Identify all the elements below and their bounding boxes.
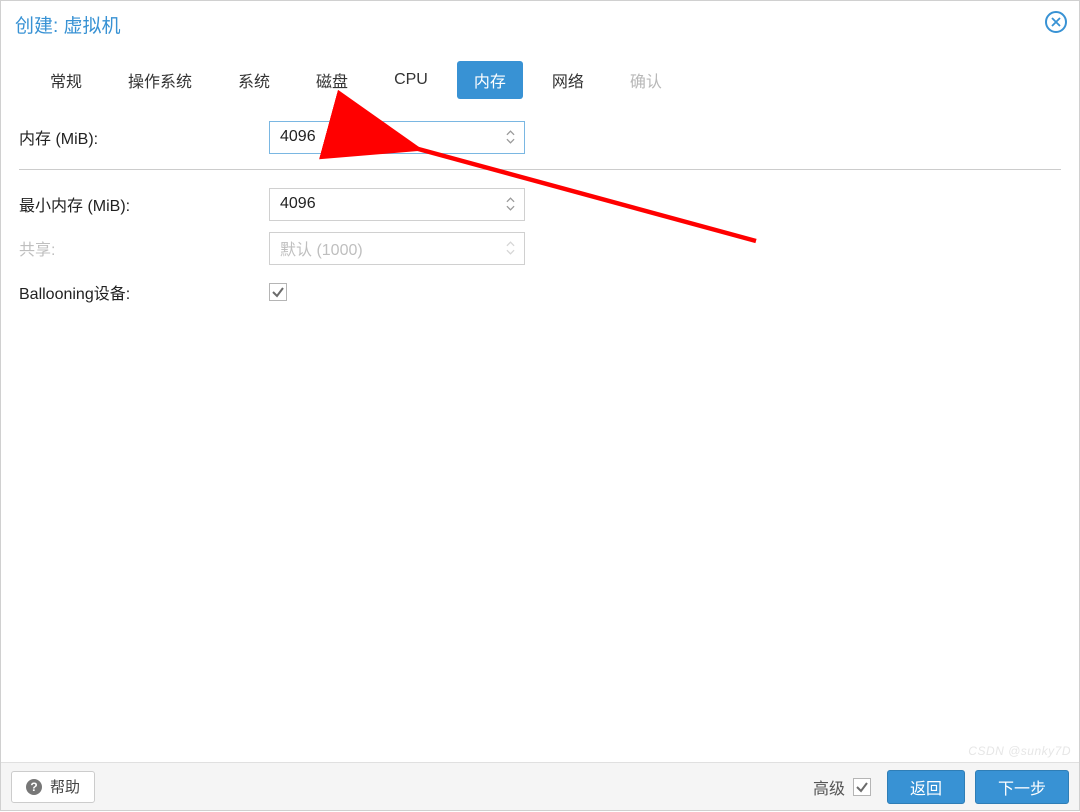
memory-row: 内存 (MiB):	[19, 119, 1061, 155]
tab-disk[interactable]: 磁盘	[299, 61, 365, 99]
advanced-label: 高级	[813, 775, 845, 799]
help-label: 帮助	[50, 776, 80, 797]
dialog-header: 创建: 虚拟机	[1, 1, 1079, 47]
ballooning-checkbox[interactable]	[269, 283, 287, 301]
chevron-up-icon	[506, 130, 515, 136]
chevron-down-icon	[506, 249, 515, 255]
divider	[19, 169, 1061, 170]
shares-input-wrapper	[269, 232, 525, 265]
min-memory-input[interactable]	[270, 189, 524, 220]
shares-input	[270, 233, 524, 264]
chevron-down-icon	[506, 205, 515, 211]
shares-spinner-arrows	[502, 233, 518, 264]
tab-general[interactable]: 常规	[33, 61, 99, 99]
tab-os[interactable]: 操作系统	[111, 61, 209, 99]
close-icon	[1051, 17, 1061, 27]
check-icon	[855, 780, 869, 794]
chevron-up-icon	[506, 197, 515, 203]
chevron-down-icon	[506, 138, 515, 144]
min-memory-row: 最小内存 (MiB):	[19, 186, 1061, 222]
advanced-toggle[interactable]: 高级	[813, 775, 871, 799]
back-button[interactable]: 返回	[887, 770, 965, 804]
tab-system[interactable]: 系统	[221, 61, 287, 99]
create-vm-dialog: 创建: 虚拟机 常规 操作系统 系统 磁盘 CPU 内存 网络 确认 内存 (M…	[0, 0, 1080, 811]
tab-cpu[interactable]: CPU	[377, 64, 445, 96]
form-body: 内存 (MiB): 最小内存 (MiB): 共享:	[1, 113, 1079, 762]
next-button[interactable]: 下一步	[975, 770, 1069, 804]
memory-input[interactable]	[270, 122, 524, 153]
min-memory-label: 最小内存 (MiB):	[19, 192, 269, 216]
wizard-tabs: 常规 操作系统 系统 磁盘 CPU 内存 网络 确认	[1, 47, 1079, 113]
tab-network[interactable]: 网络	[535, 61, 601, 99]
min-memory-spinner-arrows[interactable]	[502, 189, 518, 220]
shares-label: 共享:	[19, 236, 269, 260]
ballooning-label: Ballooning设备:	[19, 280, 269, 304]
help-icon: ?	[26, 779, 42, 795]
dialog-footer: ? 帮助 高级 返回 下一步	[1, 762, 1079, 810]
memory-spinner-arrows[interactable]	[502, 122, 518, 153]
close-button[interactable]	[1045, 11, 1067, 33]
chevron-up-icon	[506, 241, 515, 247]
help-button[interactable]: ? 帮助	[11, 771, 95, 803]
advanced-checkbox[interactable]	[853, 778, 871, 796]
tab-memory[interactable]: 内存	[457, 61, 523, 99]
ballooning-row: Ballooning设备:	[19, 274, 1061, 310]
dialog-title: 创建: 虚拟机	[15, 11, 121, 38]
min-memory-input-wrapper	[269, 188, 525, 221]
memory-label: 内存 (MiB):	[19, 125, 269, 149]
memory-input-wrapper	[269, 121, 525, 154]
shares-row: 共享:	[19, 230, 1061, 266]
tab-confirm: 确认	[613, 61, 679, 99]
check-icon	[271, 285, 285, 299]
